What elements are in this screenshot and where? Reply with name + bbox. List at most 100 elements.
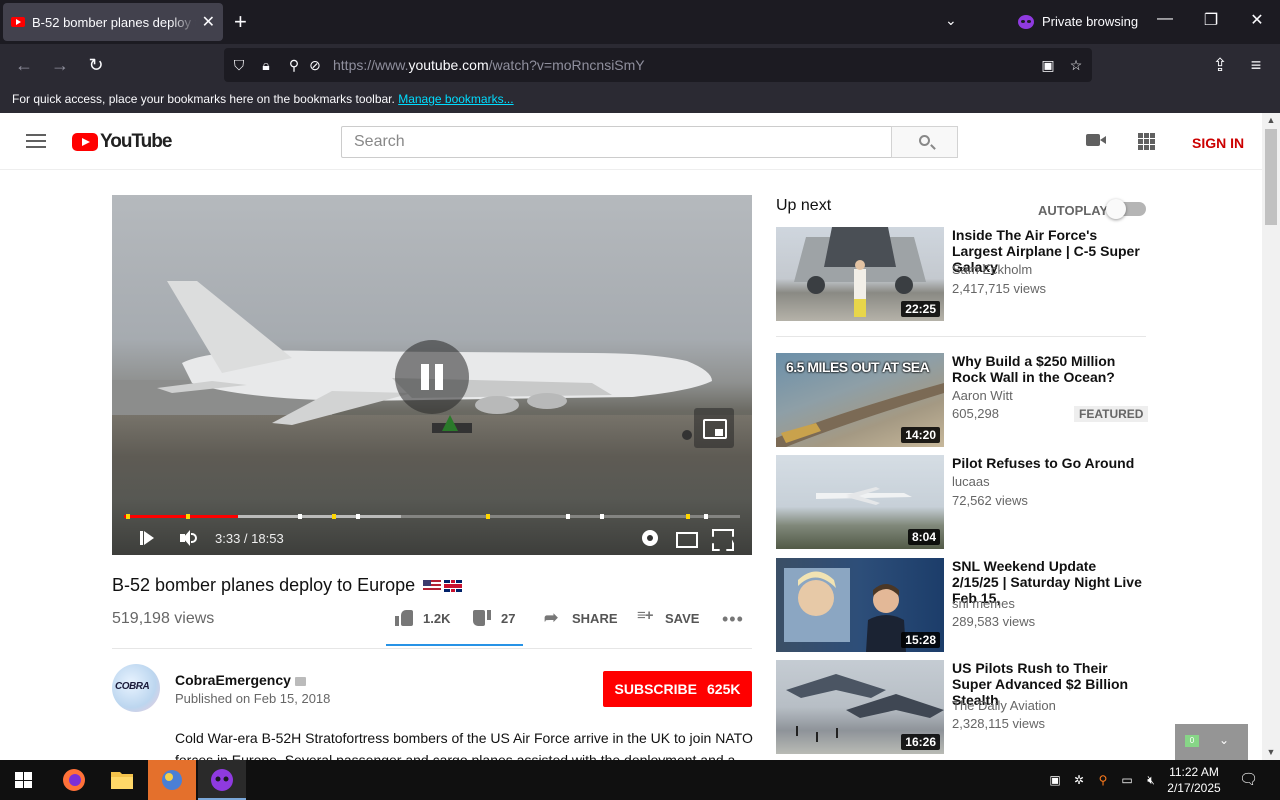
close-window-icon[interactable]: ✕ [1245,10,1269,30]
settings-gear-icon[interactable] [642,530,658,546]
tab-title: B-52 bomber planes deploy to Europe [32,14,196,30]
taskbar-firefox-private[interactable] [198,760,246,800]
share-button[interactable]: SHARE [544,608,618,628]
volume-icon[interactable] [179,529,197,547]
pause-overlay-icon[interactable] [395,340,469,414]
video-thumbnail[interactable]: 15:28 [776,558,944,652]
channel-avatar[interactable] [112,664,160,712]
youtube-page: YouTube SIGN IN [0,113,1262,760]
sidebar-video[interactable]: 6.5 MILES OUT AT SEA 14:20 Why Build a $… [776,353,1149,447]
url-text[interactable]: https://www.youtube.com/watch?v=moRncnsi… [333,57,645,73]
like-button[interactable]: 1.2K [395,610,450,626]
forward-icon[interactable]: → [47,52,73,78]
upload-video-icon[interactable] [1086,134,1106,146]
private-browsing-indicator: Private browsing [1018,14,1138,29]
notifications-icon[interactable]: 🗨︎ [1239,772,1258,788]
new-tab-button[interactable]: + [234,10,247,34]
youtube-logo-text: YouTube [100,131,172,152]
scrollbar-thumb[interactable] [1265,129,1277,225]
taskbar-firefox[interactable] [50,760,98,800]
subscribe-button[interactable]: SUBSCRIBE 625K [603,671,752,707]
system-clock[interactable]: 11:22 AM 2/17/2025 [1162,764,1226,796]
reader-view-icon[interactable]: ▣ [1039,56,1057,74]
manage-bookmarks-link[interactable]: Manage bookmarks... [398,92,513,106]
url-bar[interactable]: ⛉ 🔒︎ ⚲ ⊘ https://www.youtube.com/watch?v… [224,48,1092,82]
scroll-up-icon[interactable]: ▲ [1262,115,1280,125]
picture-in-picture-icon[interactable] [694,408,734,448]
sign-in-button[interactable]: SIGN IN [1192,135,1244,151]
volume-muted-icon[interactable]: 🔇︎ [1143,772,1159,788]
lock-icon[interactable]: 🔒︎ [257,56,275,74]
restore-icon[interactable]: ❐ [1199,10,1223,30]
like-ratio-bar [386,644,523,646]
tray-search-icon[interactable]: ⚲ [1095,772,1111,788]
autoplay-blocked-icon[interactable]: ⊘ [306,56,324,74]
back-icon[interactable]: ← [11,52,37,78]
sidebar-video-channel: Aaron Witt [952,388,1013,403]
permissions-icon[interactable]: ⚲ [285,56,303,74]
save-button[interactable]: SAVE [637,607,699,626]
publish-date: Published on Feb 15, 2018 [175,691,331,706]
network-icon[interactable]: ▭ [1119,772,1135,788]
sidebar-video-views: 2,328,115 views [952,716,1045,731]
bookmarks-toolbar: For quick access, place your bookmarks h… [0,86,1280,113]
view-count: 519,198 views [112,610,215,627]
apps-grid-icon[interactable] [1138,133,1155,150]
video-thumbnail[interactable]: 16:26 [776,660,944,754]
dislike-button[interactable]: 27 [473,610,515,626]
sidebar-video[interactable]: 22:25 Inside The Air Force's Largest Air… [776,227,1146,321]
search-icon [919,135,930,146]
start-button[interactable] [0,760,48,800]
sidebar-video-title[interactable]: Pilot Refuses to Go Around [952,455,1146,471]
youtube-logo[interactable]: YouTube [72,131,172,153]
taskbar-app-orange[interactable] [148,760,196,800]
close-tab-icon[interactable]: ✕ [202,12,215,32]
youtube-header: YouTube SIGN IN [0,113,1262,170]
bookmark-star-icon[interactable]: ☆ [1067,56,1085,74]
featured-badge: FEATURED [1074,406,1149,422]
like-count: 1.2K [423,610,451,626]
taskbar-file-explorer[interactable] [98,760,146,800]
sidebar-video[interactable]: 15:28 SNL Weekend Update 2/15/25 | Satur… [776,558,1146,652]
video-thumbnail[interactable]: 6.5 MILES OUT AT SEA 14:20 [776,353,944,447]
guide-menu-icon[interactable] [26,134,46,148]
progress-bar[interactable] [124,514,740,519]
extension-overlay-widget[interactable]: 0 ⌄ [1175,724,1248,760]
more-actions-icon[interactable]: ••• [722,609,744,630]
channel-name[interactable]: CobraEmergency [175,672,306,688]
expand-chevron-icon[interactable]: ⌄ [1219,733,1229,747]
reload-icon[interactable]: ↻ [83,52,109,78]
screen: B-52 bomber planes deploy to Europe ✕ + … [0,0,1280,800]
share-icon [544,608,562,628]
menu-hamburger-icon[interactable]: ≡ [1243,52,1269,78]
extensions-icon[interactable]: ⇪ [1207,52,1233,78]
play-next-icon[interactable] [138,529,156,547]
tracking-shield-icon[interactable]: ⛉ [230,56,248,74]
firefox-icon [63,769,85,791]
minimize-icon[interactable]: — [1153,10,1177,28]
page-scrollbar[interactable]: ▲ ▼ [1262,113,1280,760]
tray-app-icon[interactable]: ▣ [1047,772,1063,788]
search-input[interactable] [341,126,892,158]
video-thumbnail[interactable]: 22:25 [776,227,944,321]
sidebar-video-title[interactable]: Why Build a $250 Million Rock Wall in th… [952,353,1146,385]
autoplay-label: AUTOPLAY [1038,203,1109,218]
video-description: Cold War-era B-52H Stratofortress bomber… [175,730,753,760]
thumbs-down-icon [473,610,491,626]
video-thumbnail[interactable]: 8:04 [776,455,944,549]
search-button[interactable] [891,126,958,158]
scroll-down-icon[interactable]: ▼ [1262,747,1280,757]
list-all-tabs-icon[interactable]: ⌄ [945,12,957,29]
theater-mode-icon[interactable] [676,529,698,548]
progress-played [124,515,238,518]
autoplay-toggle[interactable] [1106,199,1146,219]
browser-tab-active[interactable]: B-52 bomber planes deploy to Europe ✕ [3,3,223,41]
divider [112,648,752,649]
video-title: B-52 bomber planes deploy to Europe [112,575,463,596]
video-player[interactable]: 3:33 / 18:53 [112,195,752,555]
sidebar-video[interactable]: 8:04 Pilot Refuses to Go Around lucaas 7… [776,455,1146,549]
sidebar-video[interactable]: 16:26 US Pilots Rush to Their Super Adva… [776,660,1146,754]
tray-network-app-icon[interactable]: ✲ [1071,772,1087,788]
us-flag-icon [423,580,442,592]
fullscreen-icon[interactable] [712,529,730,547]
